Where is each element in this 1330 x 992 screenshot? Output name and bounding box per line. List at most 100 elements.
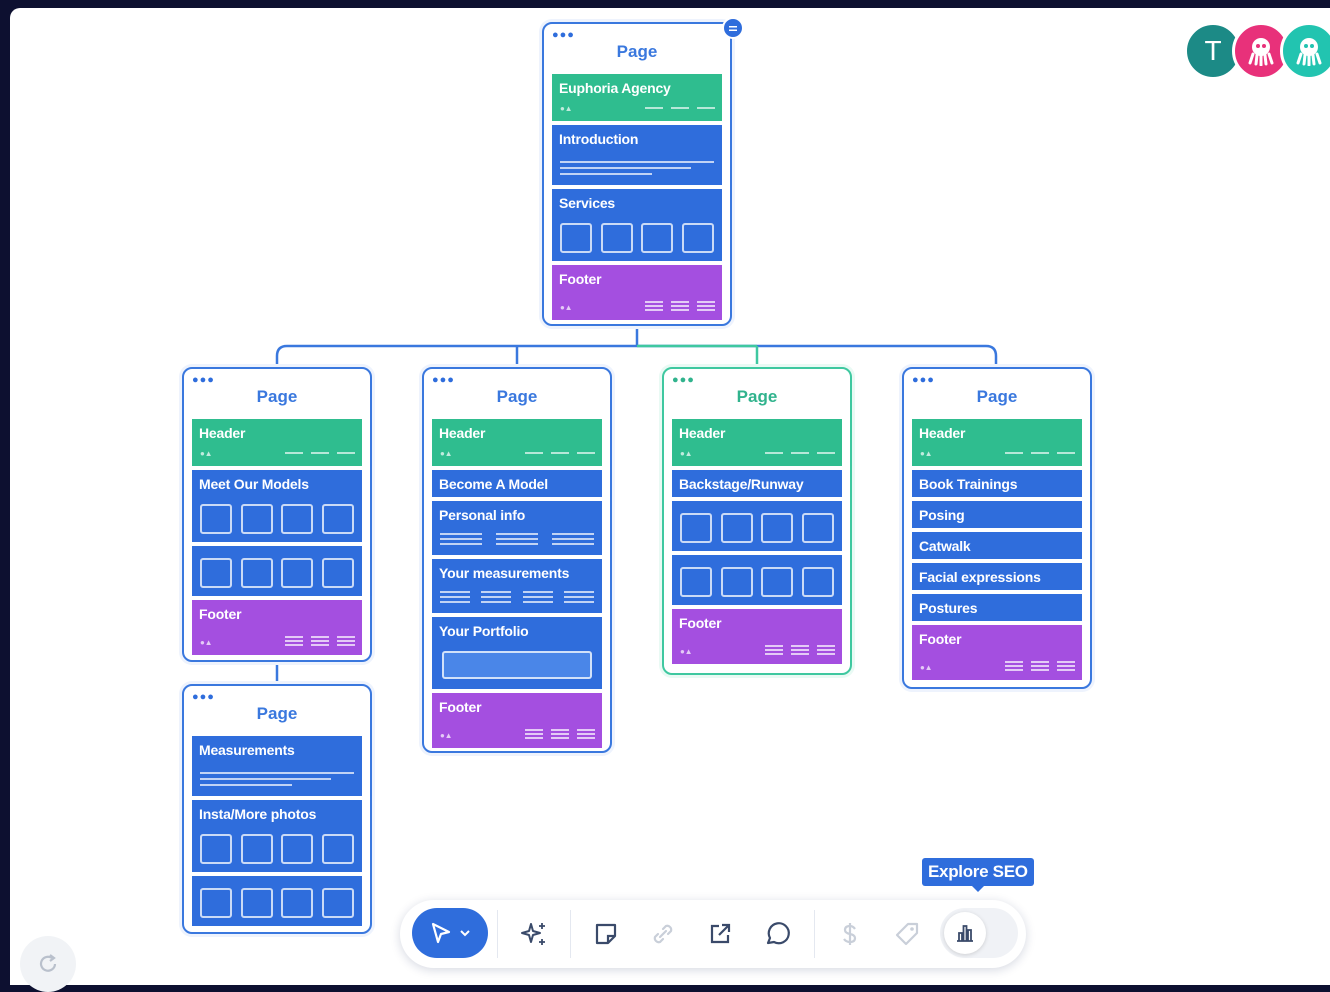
page-title: Page [616, 42, 658, 61]
footer-menu-icon [285, 636, 355, 646]
section-header[interactable]: Header ●▲ [912, 419, 1082, 466]
nav-lines-icon [765, 452, 835, 454]
card-menu-icon[interactable]: ●●● [552, 30, 575, 41]
section-label: Facial expressions [919, 569, 1041, 585]
section-facial-expressions[interactable]: Facial expressions [912, 563, 1082, 590]
gallery-boxes-icon [680, 513, 834, 543]
page-title: Page [256, 387, 298, 406]
notification-badge-icon[interactable] [722, 17, 744, 39]
card-menu-icon[interactable]: ●●● [192, 692, 215, 703]
seo-button[interactable] [944, 912, 986, 954]
footer-menu-icon [765, 645, 835, 655]
section-header[interactable]: Header ●▲ [192, 419, 362, 466]
section-postures[interactable]: Postures [912, 594, 1082, 621]
comment-button[interactable] [757, 914, 797, 954]
portfolio-box-icon [442, 651, 592, 679]
section-header[interactable]: Header ●▲ [432, 419, 602, 466]
seo-tooltip: Explore SEO [922, 858, 1034, 892]
section-backstage-runway[interactable]: Backstage/Runway [672, 470, 842, 497]
text-lines-icon [560, 157, 714, 175]
redo-button[interactable] [20, 936, 76, 992]
ai-tool-button[interactable] [514, 914, 554, 954]
shape-icon: ●▲ [920, 663, 933, 672]
card-menu-icon[interactable]: ●●● [672, 375, 695, 386]
shape-icon: ●▲ [560, 104, 573, 113]
section-euphoria-agency[interactable]: Euphoria Agency ●▲ [552, 74, 722, 121]
sticky-note-icon [595, 923, 617, 945]
select-tool-button[interactable] [412, 908, 488, 958]
shape-icon: ●▲ [440, 731, 453, 740]
page-card-root[interactable]: ●●● Page Euphoria Agency ●▲ Introduction… [542, 22, 732, 326]
section-header[interactable]: Header ●▲ [672, 419, 842, 466]
sticky-note-button[interactable] [586, 914, 626, 954]
gallery-boxes-icon [200, 504, 354, 534]
section-your-portfolio[interactable]: Your Portfolio [432, 617, 602, 689]
section-label: Euphoria Agency [559, 80, 671, 96]
section-gallery[interactable] [192, 876, 362, 926]
section-label: Footer [439, 699, 482, 715]
section-label: Catwalk [919, 538, 971, 554]
section-label: Postures [919, 600, 978, 616]
external-link-button[interactable] [700, 914, 740, 954]
avatar[interactable] [1280, 22, 1330, 80]
section-label: Measurements [199, 742, 295, 758]
nav-lines-icon [1005, 452, 1075, 454]
section-footer[interactable]: Footer ●▲ [192, 600, 362, 655]
section-become-a-model[interactable]: Become A Model [432, 470, 602, 497]
toolbar-divider [814, 910, 815, 958]
card-menu-icon[interactable]: ●●● [192, 375, 215, 386]
section-footer[interactable]: Footer ●▲ [432, 693, 602, 748]
section-label: Introduction [559, 131, 639, 147]
ai-sparkle-icon [521, 923, 545, 945]
card-menu-icon[interactable]: ●●● [912, 375, 935, 386]
section-label: Posing [919, 507, 965, 523]
section-personal-info[interactable]: Personal info [432, 501, 602, 555]
comment-icon [766, 922, 790, 945]
page-card-become-model[interactable]: ●●● Page Header ●▲ Become A Model Person… [422, 367, 612, 753]
seo-chart-icon [957, 925, 973, 942]
gallery-boxes-icon [200, 888, 354, 918]
section-catwalk[interactable]: Catwalk [912, 532, 1082, 559]
page-title: Page [256, 704, 298, 723]
section-label: Meet Our Models [199, 476, 309, 492]
section-footer[interactable]: Footer ●▲ [552, 265, 722, 320]
dollar-button[interactable] [830, 914, 870, 954]
section-gallery[interactable] [192, 546, 362, 596]
section-gallery[interactable] [672, 555, 842, 605]
section-label: Insta/More photos [199, 806, 317, 822]
page-card-measurements[interactable]: ●●● Page Measurements Insta/More photos [182, 684, 372, 934]
page-card-models[interactable]: ●●● Page Header ●▲ Meet Our Models Foote… [182, 367, 372, 662]
gallery-boxes-icon [680, 567, 834, 597]
shape-icon: ●▲ [920, 449, 933, 458]
toolbar-divider [497, 910, 498, 958]
section-book-trainings[interactable]: Book Trainings [912, 470, 1082, 497]
card-menu-icon[interactable]: ●●● [432, 375, 455, 386]
nav-lines-icon [645, 107, 715, 109]
tag-icon [895, 922, 919, 946]
section-introduction[interactable]: Introduction [552, 125, 722, 185]
section-label: Footer [199, 606, 242, 622]
section-posing[interactable]: Posing [912, 501, 1082, 528]
section-measurements[interactable]: Measurements [192, 736, 362, 796]
section-label: Footer [919, 631, 962, 647]
section-footer[interactable]: Footer ●▲ [912, 625, 1082, 680]
section-gallery[interactable] [672, 501, 842, 551]
link-button[interactable] [643, 914, 683, 954]
section-footer[interactable]: Footer ●▲ [672, 609, 842, 664]
section-label: Personal info [439, 507, 526, 523]
page-card-trainings[interactable]: ●●● Page Header ●▲ Book Trainings Posing… [902, 367, 1092, 689]
section-meet-our-models[interactable]: Meet Our Models [192, 470, 362, 542]
toolbar-divider [570, 910, 571, 958]
seo-toggle[interactable] [940, 908, 1018, 958]
page-title: Page [736, 387, 778, 406]
page-card-backstage[interactable]: ●●● Page Header ●▲ Backstage/Runway Foot… [662, 367, 852, 675]
section-your-measurements[interactable]: Your measurements [432, 559, 602, 613]
nav-lines-icon [525, 452, 595, 454]
section-label: Header [679, 425, 726, 441]
shape-icon: ●▲ [440, 449, 453, 458]
section-label: Your Portfolio [439, 623, 529, 639]
section-services[interactable]: Services [552, 189, 722, 261]
tag-button[interactable] [887, 914, 927, 954]
section-label: Your measurements [439, 565, 570, 581]
section-insta-more-photos[interactable]: Insta/More photos [192, 800, 362, 872]
